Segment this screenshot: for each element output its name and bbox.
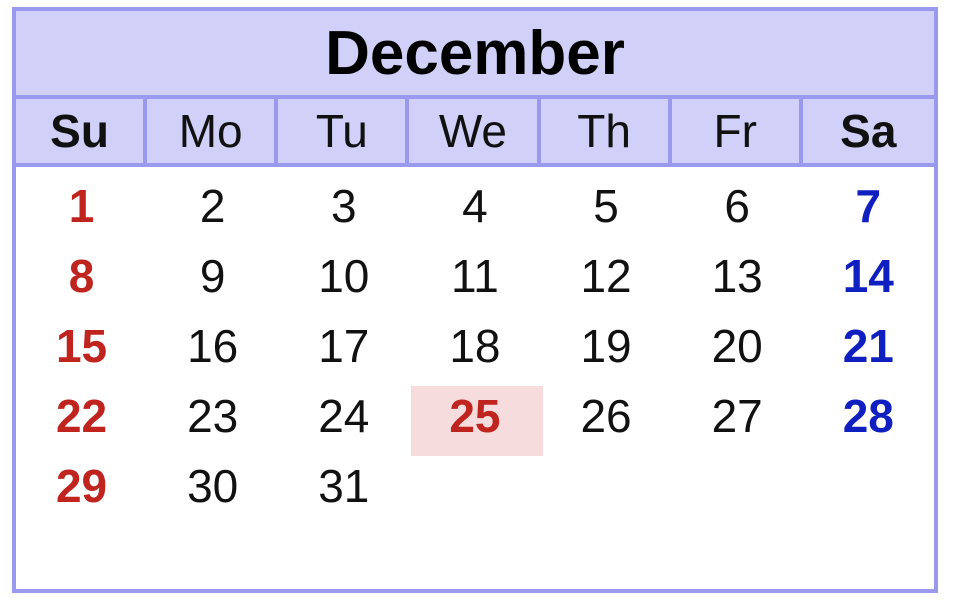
day-number: 9 <box>199 250 226 302</box>
day-number: 1 <box>68 180 95 232</box>
calendar: December Su Mo Tu We Th Fr Sa 1 2 3 4 5 … <box>12 7 938 593</box>
weekday-header-row: Su Mo Tu We Th Fr Sa <box>16 95 934 167</box>
day-number: 17 <box>318 320 370 372</box>
day-cell[interactable]: 12 <box>541 241 672 311</box>
day-cell[interactable]: 27 <box>672 381 803 451</box>
day-number: 23 <box>187 390 239 442</box>
day-cell-empty <box>672 451 803 521</box>
day-cell[interactable]: 11 <box>409 241 540 311</box>
day-number: 25 <box>449 390 501 442</box>
day-cell-empty <box>803 451 934 521</box>
day-number: 31 <box>318 460 370 512</box>
day-cell[interactable]: 7 <box>803 171 934 241</box>
weekday-thursday: Th <box>541 99 672 163</box>
day-cell[interactable]: 28 <box>803 381 934 451</box>
day-cell-empty <box>541 451 672 521</box>
day-number: 28 <box>842 390 894 442</box>
day-cell[interactable]: 1 <box>16 171 147 241</box>
day-cell[interactable]: 19 <box>541 311 672 381</box>
day-number: 20 <box>711 320 763 372</box>
day-cell[interactable]: 8 <box>16 241 147 311</box>
day-cell[interactable]: 16 <box>147 311 278 381</box>
day-cell-empty <box>409 451 540 521</box>
day-number: 6 <box>724 180 750 232</box>
day-number: 24 <box>318 390 370 442</box>
day-cell[interactable]: 5 <box>541 171 672 241</box>
day-number: 27 <box>711 390 763 442</box>
day-number: 8 <box>68 250 95 302</box>
day-cell[interactable]: 2 <box>147 171 278 241</box>
weekday-wednesday: We <box>409 99 541 163</box>
weekday-monday: Mo <box>147 99 279 163</box>
day-cell-highlighted[interactable]: 25 <box>409 381 543 456</box>
day-cell[interactable]: 17 <box>278 311 409 381</box>
day-number: 10 <box>318 250 370 302</box>
weekday-friday: Fr <box>672 99 803 163</box>
day-number: 29 <box>55 460 108 512</box>
day-number: 18 <box>449 320 501 372</box>
day-cell[interactable]: 26 <box>541 381 672 451</box>
day-number: 12 <box>580 250 632 302</box>
day-number: 3 <box>331 180 357 232</box>
day-cell[interactable]: 14 <box>803 241 934 311</box>
day-cell[interactable]: 30 <box>147 451 278 521</box>
day-number: 4 <box>462 180 488 232</box>
day-cell[interactable]: 29 <box>16 451 147 521</box>
day-number: 21 <box>842 320 894 372</box>
day-number: 11 <box>451 250 499 302</box>
day-cell[interactable]: 9 <box>147 241 278 311</box>
day-number: 13 <box>711 250 763 302</box>
day-number: 26 <box>580 390 632 442</box>
day-cell[interactable]: 6 <box>672 171 803 241</box>
day-grid: 1 2 3 4 5 6 7 8 9 10 11 12 13 14 15 16 1… <box>16 171 934 521</box>
day-cell[interactable]: 23 <box>147 381 278 451</box>
month-title: December <box>16 11 934 95</box>
day-number: 15 <box>55 320 108 372</box>
day-cell[interactable]: 4 <box>409 171 540 241</box>
weekday-sunday: Su <box>16 99 148 163</box>
day-cell[interactable]: 24 <box>278 381 409 451</box>
day-cell[interactable]: 3 <box>278 171 409 241</box>
day-cell[interactable]: 18 <box>409 311 540 381</box>
day-number: 16 <box>187 320 239 372</box>
day-cell[interactable]: 15 <box>16 311 147 381</box>
day-cell[interactable]: 10 <box>278 241 409 311</box>
day-number: 30 <box>187 460 239 512</box>
day-number: 5 <box>593 180 619 232</box>
weekday-tuesday: Tu <box>278 99 410 163</box>
day-number: 2 <box>199 180 226 232</box>
day-cell[interactable]: 21 <box>803 311 934 381</box>
day-cell[interactable]: 31 <box>278 451 409 521</box>
day-cell[interactable]: 13 <box>672 241 803 311</box>
day-number: 22 <box>55 390 108 442</box>
day-number: 19 <box>580 320 632 372</box>
day-cell[interactable]: 20 <box>672 311 803 381</box>
day-cell[interactable]: 22 <box>16 381 147 451</box>
day-number: 7 <box>855 180 882 232</box>
weekday-saturday: Sa <box>840 105 897 157</box>
day-number: 14 <box>842 250 894 302</box>
